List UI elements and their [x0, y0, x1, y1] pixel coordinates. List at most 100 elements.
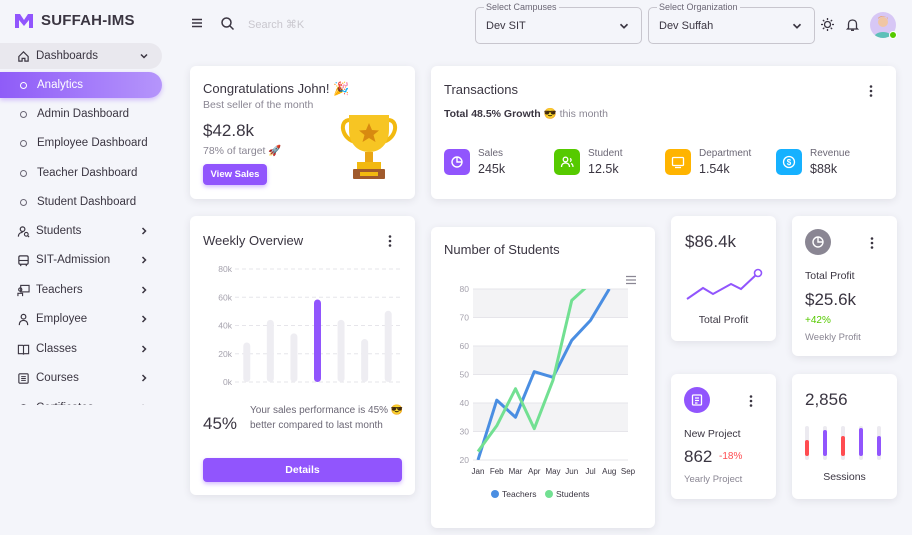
brand[interactable]: SUFFAH-IMS — [14, 12, 135, 29]
campus-select-value: Dev SIT — [486, 20, 526, 32]
organization-select-value: Dev Suffah — [659, 20, 714, 32]
more-vertical-icon[interactable] — [747, 394, 755, 408]
search-input[interactable]: Search ⌘K — [248, 18, 304, 31]
sidebar-item-courses[interactable]: Courses — [0, 365, 162, 391]
sidebar-item-label: Employee Dashboard — [37, 137, 148, 149]
circle-icon — [20, 139, 27, 147]
sidebar-item-dashboards[interactable]: Dashboards — [0, 43, 162, 69]
y-tick-label: 40k — [218, 321, 232, 331]
bar[interactable] — [337, 319, 345, 382]
sidebar-item-label: Employee — [36, 313, 88, 325]
sidebar-item-sit-admission[interactable]: SIT-Admission — [0, 247, 162, 273]
stat-value: 1.54k — [699, 162, 730, 176]
stat-label: Student — [588, 148, 623, 159]
sidebar-item-student-dashboard[interactable]: Student Dashboard — [0, 189, 162, 215]
congrats-subtitle: Best seller of the month — [203, 99, 314, 111]
legend-marker — [491, 490, 499, 498]
profit-sparkline — [686, 268, 763, 300]
more-vertical-icon[interactable] — [867, 84, 875, 98]
sidebar-item-label: Student Dashboard — [37, 196, 137, 208]
students-line-chart: 80 70 60 50 40 30 20Jan Feb Mar Apr May Jun Jul Aug Se… — [460, 284, 636, 499]
sessions-label: Sessions — [823, 471, 866, 483]
x-tick-label: Feb — [490, 467, 504, 476]
currency-icon: $ — [776, 149, 802, 175]
bar[interactable] — [314, 299, 321, 382]
sidebar-item-admin-dashboard[interactable]: Admin Dashboard — [0, 101, 162, 127]
sidebar-item-label: Courses — [36, 372, 79, 384]
chevron-down-icon — [792, 23, 802, 29]
legend-label[interactable]: Students — [556, 489, 590, 499]
sessions-mini-bars — [805, 426, 881, 460]
stat-value: 12.5k — [588, 162, 619, 176]
x-tick-label: Aug — [602, 467, 616, 476]
sun-icon[interactable] — [820, 17, 835, 32]
x-tick-label: Jul — [585, 467, 595, 476]
legend-label[interactable]: Teachers — [502, 489, 537, 499]
topbar: Search ⌘K Select Campuses Dev SIT Select… — [172, 0, 912, 50]
congrats-amount: $42.8k — [203, 121, 255, 140]
sidebar-item-label: Analytics — [37, 79, 84, 91]
campus-select[interactable]: Select Campuses Dev SIT — [475, 2, 642, 44]
y-tick-label: 80k — [218, 264, 232, 274]
chevron-down-icon — [619, 23, 629, 29]
sidebar-item-teachers[interactable]: Teachers — [0, 277, 162, 303]
weekly-profit-change: +42% — [805, 315, 831, 326]
congrats-title: Congratulations John! 🎉 — [203, 81, 350, 96]
weekly-title: Weekly Overview — [203, 233, 304, 248]
campus-select-label: Select Campuses — [484, 2, 559, 12]
pie-chart-icon — [805, 229, 831, 255]
new-project-label: New Project — [684, 428, 741, 440]
total-profit-label: Total Profit — [698, 314, 749, 326]
sidebar-item-analytics[interactable]: Analytics — [0, 72, 162, 98]
search-icon[interactable] — [220, 16, 235, 31]
bar[interactable] — [384, 310, 392, 382]
total-profit-value: $86.4k — [685, 232, 737, 251]
weekly-profit-sub: Weekly Profit — [805, 332, 861, 343]
weekly-profit-value: $25.6k — [805, 290, 857, 309]
bar[interactable] — [361, 339, 369, 382]
bell-icon[interactable] — [845, 17, 860, 32]
grid-band — [473, 346, 628, 375]
new-project-card: New Project 862 -18% Yearly Project — [671, 374, 776, 499]
employee-icon — [16, 312, 30, 326]
sidebar-item-employee[interactable]: Employee — [0, 306, 162, 332]
transactions-growth: Total 48.5% Growth — [444, 108, 541, 120]
circle-icon — [20, 110, 27, 118]
new-project-change: -18% — [719, 451, 743, 462]
circle-icon — [20, 198, 27, 206]
new-project-value: 862 — [684, 447, 713, 466]
sidebar-item-teacher-dashboard[interactable]: Teacher Dashboard — [0, 160, 162, 186]
sidebar-item-students[interactable]: Students — [0, 218, 162, 244]
details-button[interactable]: Details — [203, 458, 402, 482]
y-tick-label: 20k — [218, 349, 232, 359]
stat-value: $88k — [810, 162, 838, 176]
more-vertical-icon[interactable] — [386, 234, 394, 248]
y-tick-label: 50 — [460, 370, 470, 380]
y-tick-label: 40 — [460, 398, 470, 408]
organization-select[interactable]: Select Organization Dev Suffah — [648, 2, 815, 44]
y-tick-label: 70 — [460, 313, 470, 323]
bus-icon — [16, 253, 30, 267]
bar[interactable] — [243, 342, 251, 382]
stat-value: 245k — [478, 162, 506, 176]
sidebar-item-label: Students — [36, 225, 82, 237]
sidebar-item-label: Admin Dashboard — [37, 108, 130, 120]
sidebar-item-classes[interactable]: Classes — [0, 336, 162, 362]
y-tick-label: 60k — [218, 292, 232, 302]
view-sales-button[interactable]: View Sales — [203, 164, 267, 185]
sessions-card: 2,856 Sessions — [792, 374, 897, 499]
menu-icon[interactable] — [190, 16, 204, 30]
grid-band — [473, 289, 628, 318]
sidebar-item-employee-dashboard[interactable]: Employee Dashboard — [0, 130, 162, 156]
transactions-card: Transactions Total 48.5% Growth 😎 this m… — [431, 66, 896, 199]
cellphone-icon — [665, 149, 691, 175]
legend-marker — [545, 490, 553, 498]
bar[interactable] — [266, 319, 274, 382]
weekly-description: Your sales performance is 45% 😎 better c… — [250, 405, 404, 431]
sidebar-item-label: Teacher Dashboard — [37, 167, 138, 179]
svg-text:$: $ — [787, 158, 792, 167]
bar[interactable] — [290, 333, 298, 382]
chevron-right-icon — [141, 315, 147, 323]
stat-revenue: $ Revenue $88k — [776, 148, 850, 176]
more-vertical-icon[interactable] — [868, 236, 876, 250]
